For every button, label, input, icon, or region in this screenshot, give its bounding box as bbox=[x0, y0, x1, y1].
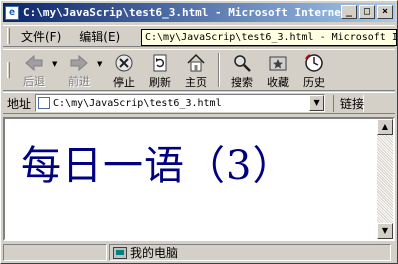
address-bar: 地址 C:\my\JavaScrip\test6_3.html ▼ 链接 bbox=[3, 92, 395, 114]
menu-file[interactable]: 文件(F) bbox=[16, 28, 66, 45]
history-icon bbox=[303, 53, 325, 73]
scroll-down-icon[interactable]: ▼ bbox=[377, 223, 393, 239]
links-button[interactable]: 链接 bbox=[333, 94, 364, 112]
favorites-label: 收藏 bbox=[267, 76, 289, 89]
address-input[interactable]: C:\my\JavaScrip\test6_3.html ▼ bbox=[35, 94, 326, 112]
forward-arrow-icon bbox=[68, 53, 90, 72]
vertical-scrollbar[interactable]: ▲ ▼ bbox=[377, 119, 393, 239]
search-icon bbox=[231, 53, 253, 73]
toolbar-separator bbox=[218, 53, 220, 87]
window-title: C:\my\JavaScrip\test6_3.html - Microsoft… bbox=[23, 6, 343, 19]
page-content: 每日一语（3） ▲ ▼ bbox=[3, 117, 395, 241]
address-label: 地址 bbox=[7, 96, 32, 111]
history-button[interactable]: 历史 bbox=[296, 51, 332, 89]
forward-label: 前进 bbox=[68, 75, 90, 88]
title-tooltip: C:\my\JavaScrip\test6_3.html - Microsoft… bbox=[141, 29, 397, 46]
menubar-grip[interactable] bbox=[7, 28, 10, 44]
scroll-up-icon[interactable]: ▲ bbox=[377, 119, 393, 135]
status-panel-main bbox=[3, 244, 107, 261]
forward-dropdown-icon[interactable]: ▼ bbox=[97, 60, 106, 68]
home-button[interactable]: 主页 bbox=[178, 51, 214, 89]
status-zone-text: 我的电脑 bbox=[130, 246, 179, 260]
status-bar: 我的电脑 bbox=[3, 243, 395, 262]
title-bar[interactable]: e C:\my\JavaScrip\test6_3.html - Microso… bbox=[3, 3, 395, 22]
back-arrow-icon bbox=[23, 53, 45, 72]
minimize-button[interactable]: _ bbox=[341, 5, 357, 19]
close-button[interactable]: × bbox=[377, 5, 393, 19]
stop-icon bbox=[113, 53, 135, 73]
status-zone-panel: 我的电脑 bbox=[109, 244, 391, 261]
address-dropdown-icon[interactable]: ▼ bbox=[309, 95, 325, 111]
toolbar-grip[interactable] bbox=[7, 62, 10, 78]
refresh-label: 刷新 bbox=[149, 76, 171, 89]
history-label: 历史 bbox=[303, 76, 325, 89]
back-button[interactable]: 后退 bbox=[16, 51, 52, 89]
refresh-icon bbox=[149, 53, 171, 73]
address-value[interactable]: C:\my\JavaScrip\test6_3.html bbox=[53, 98, 222, 109]
favorites-icon bbox=[267, 53, 289, 73]
home-icon bbox=[185, 53, 207, 73]
back-label: 后退 bbox=[23, 75, 45, 88]
home-label: 主页 bbox=[185, 76, 207, 89]
favorites-button[interactable]: 收藏 bbox=[260, 51, 296, 89]
ie-logo-icon: e bbox=[5, 5, 19, 20]
forward-button[interactable]: 前进 bbox=[61, 51, 97, 89]
search-button[interactable]: 搜索 bbox=[224, 51, 260, 89]
search-label: 搜索 bbox=[231, 76, 253, 89]
standard-toolbar: 后退 ▼ 前进 ▼ 停止 刷新 主页 搜索 收藏 历史 bbox=[3, 49, 395, 91]
stop-button[interactable]: 停止 bbox=[106, 51, 142, 89]
stop-label: 停止 bbox=[113, 76, 135, 89]
browser-window: e C:\my\JavaScrip\test6_3.html - Microso… bbox=[0, 0, 398, 264]
back-dropdown-icon[interactable]: ▼ bbox=[52, 60, 61, 68]
my-computer-icon bbox=[113, 246, 127, 259]
maximize-button[interactable]: □ bbox=[359, 5, 375, 19]
menu-edit[interactable]: 编辑(E) bbox=[74, 28, 125, 45]
page-heading: 每日一语（3） bbox=[21, 143, 294, 189]
window-controls: _ □ × bbox=[341, 5, 393, 19]
refresh-button[interactable]: 刷新 bbox=[142, 51, 178, 89]
page-icon bbox=[38, 97, 51, 109]
